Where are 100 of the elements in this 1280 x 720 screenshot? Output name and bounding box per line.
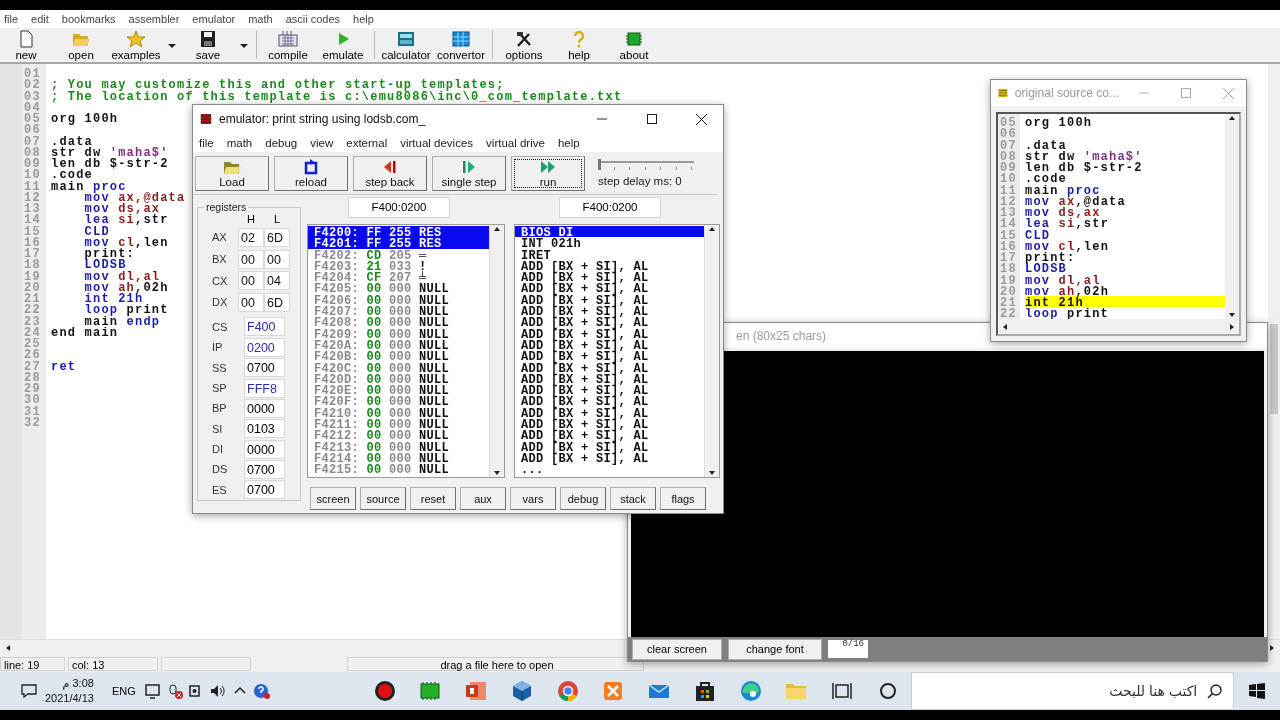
memory-row[interactable]: F420F: 00 000 NULL [308,395,489,407]
toolbar-button[interactable]: Load [195,155,269,191]
menu-item[interactable]: debug [265,136,298,149]
register-field[interactable]: 0000 [244,398,285,418]
panel-button[interactable]: vars [510,487,556,510]
register-field[interactable]: 00 [238,271,264,291]
memory-row[interactable]: F4200: FF 255 RES [308,226,489,238]
scroll-up-arrow-icon[interactable] [708,225,716,233]
panel-button[interactable]: source [360,487,406,510]
instruction-row[interactable]: ADD [BX + SI], AL [515,316,704,328]
search-bar[interactable]: اكتب هنا للبحث [910,672,1235,710]
scroll-down-arrow-icon[interactable] [493,469,501,477]
memory-row[interactable]: F420B: 00 000 NULL [308,350,489,362]
toolbar-button[interactable]: compile [262,28,314,62]
memory-row[interactable]: F4213: 00 000 NULL [308,440,489,452]
change-font-button[interactable]: change font [728,638,822,660]
memory-row[interactable]: F4214: 00 000 NULL [308,451,489,464]
menu-item[interactable]: virtual devices [400,136,474,149]
menu-item[interactable]: help [557,136,580,149]
memory-row[interactable]: F4205: 00 000 NULL [308,282,489,294]
instruction-row[interactable]: ADD [BX + SI], AL [515,350,704,362]
instruction-row[interactable]: ADD [BX + SI], AL [515,429,704,441]
register-field[interactable]: 04 [264,271,290,291]
instruction-row[interactable]: BIOS DI [515,226,704,238]
menu-item[interactable]: ascii codes [285,13,341,25]
register-field[interactable]: F400 [244,317,285,337]
toolbar-button[interactable]: save [182,28,234,62]
close-icon[interactable] [696,113,707,125]
horizontal-scrollbar[interactable] [998,319,1239,334]
scroll-up-arrow-icon[interactable] [1228,114,1236,122]
scroll-down-arrow-icon[interactable] [1228,311,1236,319]
step-delay-slider[interactable] [598,159,694,171]
scroll-down-arrow-icon[interactable] [708,469,716,477]
instruction-row[interactable]: ADD [BX + SI], AL [515,395,704,407]
menu-item[interactable]: bookmarks [61,13,116,25]
register-field[interactable]: 0200 [244,337,285,357]
toolbar-button[interactable]: step back [353,155,427,191]
panel-button[interactable]: flags [660,487,706,510]
register-field[interactable]: 00 [238,292,264,312]
menu-item[interactable]: assembler [128,13,180,25]
toolbar-button[interactable]: help [553,28,605,62]
register-field[interactable]: 0000 [244,439,285,459]
memory-row[interactable]: F4208: 00 000 NULL [308,316,489,328]
menu-item[interactable]: external [346,136,388,149]
memory-row[interactable]: F420A: 00 000 NULL [308,338,489,351]
panel-button[interactable]: debug [560,487,606,510]
register-field[interactable]: 6D [264,292,290,312]
menu-item[interactable]: file [199,136,214,149]
menu-item[interactable]: math [226,136,253,149]
panel-button[interactable]: screen [310,487,356,510]
memory-row[interactable]: F4206: 00 000 NULL [308,293,489,306]
toolbar-button[interactable]: reload [274,155,348,191]
memory-row[interactable]: F4210: 00 000 NULL [308,406,489,419]
memory-row[interactable]: F4212: 00 000 NULL [308,429,489,441]
vertical-scrollbar[interactable] [1268,64,1280,639]
instruction-row[interactable]: INT 021h [515,237,704,249]
register-field[interactable]: 0700 [244,358,285,378]
toolbar-button[interactable]: about [608,28,660,62]
memory-row[interactable]: F420C: 00 000 NULL [308,361,489,373]
start-menu-icon[interactable] [1248,682,1267,700]
register-field[interactable]: 00 [264,249,290,269]
instruction-row[interactable]: ADD [BX + SI], AL [515,259,704,272]
toolbar-button[interactable]: new [0,28,52,62]
scroll-left-arrow-icon[interactable] [4,644,12,652]
menu-item[interactable]: edit [31,13,49,25]
register-field[interactable]: 02 [238,227,264,247]
vertical-scrollbar[interactable] [489,225,504,477]
toolbar-button[interactable]: emulate [317,28,369,62]
memory-row[interactable]: F4209: 00 000 NULL [308,327,489,339]
address-field[interactable]: F400:0200 [559,197,661,218]
toolbar-button[interactable]: options [498,28,550,62]
language-indicator[interactable]: ENG [111,685,136,697]
memory-row[interactable]: F4204: CF 207 ╧ [308,271,489,283]
vertical-scrollbar[interactable] [1225,114,1239,319]
menu-item[interactable]: help [353,13,374,25]
panel-button[interactable]: stack [610,487,656,510]
register-field[interactable]: 0700 [244,480,285,500]
scroll-left-arrow-icon[interactable] [1001,322,1009,331]
scroll-right-arrow-icon[interactable] [1268,644,1276,652]
toolbar-button[interactable]: calculator [380,28,432,62]
register-field[interactable]: FFF8 [244,378,285,398]
toolbar-button[interactable]: run [511,155,585,191]
speech-bubble-icon[interactable] [19,682,38,700]
memory-row[interactable]: F4215: 00 000 NULL [308,463,489,475]
register-field[interactable]: 6D [264,227,290,247]
toolbar-button[interactable]: examples [110,28,162,62]
maximize-icon[interactable] [646,114,657,124]
memory-row[interactable]: F420D: 00 000 NULL [308,372,489,385]
register-field[interactable]: 0103 [244,419,285,439]
register-field[interactable]: 00 [238,249,264,269]
menu-item[interactable]: emulator [192,13,236,25]
menu-item[interactable]: math [248,13,273,25]
menu-item[interactable]: view [310,136,334,149]
menu-item[interactable]: virtual drive [486,136,545,149]
search-field[interactable]: اكتب هنا للبحث [995,682,1200,700]
memory-row[interactable]: F4203: 21 033 ! [308,259,489,272]
memory-row[interactable]: F4201: FF 255 RES [308,237,489,249]
menu-item[interactable]: file [4,13,19,25]
memory-row[interactable]: F4202: CD 205 ═ [308,248,489,260]
vertical-scrollbar[interactable] [704,225,719,477]
